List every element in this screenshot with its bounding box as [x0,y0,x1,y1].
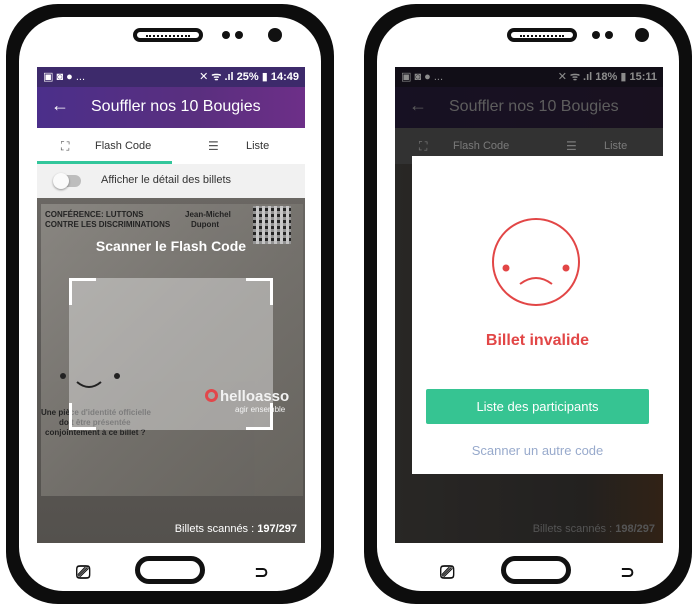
speaker-grille [507,28,577,42]
speaker-grille [133,28,203,42]
sad-face-icon [492,218,580,306]
phone-left: ▣ ◙ ● ... ✕ ᯤ .ıl 25% ▮ 14:49 ← Souffler… [6,4,334,604]
scan-frame-icon: ⛶ [61,139,70,153]
status-icons: ▣ ◙ ● ... [43,71,86,83]
details-toggle-row: Afficher le détail des billets [37,164,305,198]
status-battery-time: ✕ ᯤ .ıl 25% ▮ 14:49 [199,71,299,83]
smiley-print-icon [60,373,120,388]
scanned-counter: Billets scannés : 197/297 [174,523,297,535]
ticket-name: Dupont [191,220,219,229]
list-icon: ☰ [208,139,219,153]
home-button[interactable] [501,556,571,584]
tab-label: Flash Code [95,140,152,152]
invalid-ticket-dialog: Billet invalide Liste des participants S… [412,156,663,474]
helloasso-logo: helloasso agir ensemble [205,388,289,414]
page-title: Souffler nos 10 Bougies [91,98,261,115]
camera-viewfinder: CONFÉRENCE: LUTTONS CONTRE LES DISCRIMIN… [37,198,305,543]
app-bar: ← Souffler nos 10 Bougies [37,87,305,128]
screen: ▣ ◙ ● ... ✕ ᯤ .ıl 18% ▮ 15:11 ← Souffler… [395,67,663,543]
back-arrow-icon[interactable]: ← [51,95,69,116]
scan-another-link[interactable]: Scanner un autre code [412,443,663,458]
recent-apps-icon[interactable]: ⎚ [76,562,90,583]
sensor-dot [592,31,600,39]
tab-flash-code[interactable]: ⛶ Flash Code [37,128,172,164]
sensor-dot [235,31,243,39]
front-camera [635,28,649,42]
participants-list-button[interactable]: Liste des participants [426,389,649,424]
tab-label: Liste [246,140,270,152]
ticket-heading: CONFÉRENCE: LUTTONS [45,210,144,219]
tab-bar: ⛶ Flash Code ☰ Liste [37,128,305,164]
back-nav-icon[interactable]: ⊃ [254,562,269,583]
phone-right: ▣ ◙ ● ... ✕ ᯤ .ıl 18% ▮ 15:11 ← Souffler… [364,4,692,604]
details-toggle-switch[interactable] [53,173,81,189]
tab-liste[interactable]: ☰ Liste [172,128,305,164]
sensor-dot [222,31,230,39]
scan-title: Scanner le Flash Code [95,238,247,254]
recent-apps-icon[interactable]: ⎚ [440,562,454,583]
status-bar: ▣ ◙ ● ... ✕ ᯤ .ıl 25% ▮ 14:49 [37,67,305,87]
toggle-label: Afficher le détail des billets [101,174,232,186]
back-nav-icon[interactable]: ⊃ [620,562,635,583]
front-camera [268,28,282,42]
invalid-message: Billet invalide [485,332,590,349]
ticket-heading: CONTRE LES DISCRIMINATIONS [45,220,171,229]
ticket-name: Jean-Michel [185,210,231,219]
screen: ▣ ◙ ● ... ✕ ᯤ .ıl 25% ▮ 14:49 ← Souffler… [37,67,305,543]
home-button[interactable] [135,556,205,584]
sensor-dot [605,31,613,39]
